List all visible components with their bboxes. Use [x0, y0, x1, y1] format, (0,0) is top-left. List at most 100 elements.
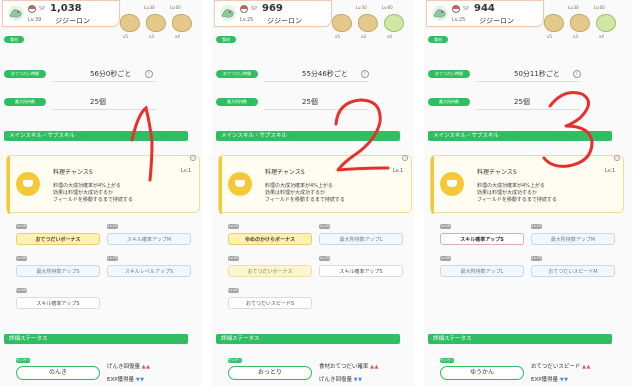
cooking-pot-icon [440, 172, 464, 196]
subskill-level-badge: Lv.10 [16, 224, 27, 229]
subskill-level-badge: Lv.75 [107, 256, 118, 261]
nature-pill[interactable]: おっとり [228, 366, 312, 380]
arrow-down-icon: ▼▼ [353, 377, 363, 383]
effect-label: げんき回復量 [319, 377, 353, 383]
skill-description: 効果は料理が大成功するか [477, 190, 538, 196]
arrow-down-icon: ▼▼ [135, 377, 145, 383]
annotation-text: 2 [308, 88, 309, 89]
ingredient-icon[interactable] [146, 14, 166, 32]
skill-description: フィールドを移動するまで持続する [265, 197, 345, 203]
cooking-pot-icon [16, 172, 40, 196]
pokemon-header-card: SP 969 Lv.25 ジジーロン [214, 0, 332, 27]
effect-label: EXP獲得量 [107, 377, 135, 383]
dragon-pokemon-icon [8, 5, 24, 21]
divider [264, 81, 368, 82]
level-badge: Lv.25 [240, 17, 254, 23]
detail-section-header: 詳細ステータス [428, 334, 612, 344]
ingredient-count: x3 [573, 34, 578, 39]
pokeball-icon [240, 5, 248, 13]
ingredient-count: x4 [387, 34, 392, 39]
arrow-up-icon: ▲▲ [370, 364, 379, 370]
subskill-pill[interactable]: スキル確率アップS [440, 233, 524, 245]
skill-description: 料理の大成功確率が4%上がる [477, 183, 545, 189]
skill-name: 料理チャンスS [53, 169, 93, 176]
subskill-pill[interactable]: おてつだいスピードM [531, 265, 615, 277]
panel-3: SP 944 Lv.25 ジジーロン x5 Lv.30 x3 Lv.60 x4 … [424, 0, 632, 386]
food-tag: 食材 [4, 36, 24, 43]
nature-pill[interactable]: ゆうかん [440, 366, 524, 380]
subskill-pill[interactable]: 最大所持数アップL [319, 233, 403, 245]
food-tag: 食材 [428, 36, 448, 43]
divider [52, 81, 156, 82]
ingredient-level: Lv.60 [382, 5, 393, 10]
pokemon-name: ジジーロン [267, 17, 302, 25]
skill-description: 効果は料理が大成功するか [265, 190, 326, 196]
skill-name: 料理チャンスS [477, 169, 517, 176]
info-icon[interactable]: i [361, 70, 369, 78]
detail-section-header: 詳細ステータス [216, 334, 400, 344]
ingredient-level: Lv.30 [356, 5, 367, 10]
ingredient-level: Lv.60 [170, 5, 181, 10]
ingredient-level: Lv.30 [144, 5, 155, 10]
subskill-pill[interactable]: ゆめのかけらボーナス [228, 233, 312, 245]
skill-description: フィールドを移動するまで持続する [477, 197, 557, 203]
ingredient-count: x5 [547, 34, 552, 39]
help-interval-label: おてつだい時間 [4, 70, 46, 78]
pokeball-icon [452, 5, 460, 13]
ingredient-icon[interactable] [172, 14, 192, 32]
help-interval-value: 56分0秒ごと [90, 70, 132, 78]
nature-effect-up: 食材おてつだい確率 ▲▲ [319, 362, 379, 370]
subskill-pill[interactable]: スキルレベルアップS [107, 265, 191, 277]
detail-section-header: 詳細ステータス [4, 334, 188, 344]
subskill-pill[interactable]: おてつだいボーナス [16, 233, 100, 245]
ingredient-icon[interactable] [120, 14, 140, 32]
strength-value: 944 [474, 3, 495, 14]
info-icon[interactable]: i [145, 70, 153, 78]
level-badge: Lv.39 [28, 17, 42, 23]
subskill-pill[interactable]: おてつだいスピードS [228, 297, 312, 309]
ingredient-icon[interactable] [384, 14, 404, 32]
strength-value: 969 [262, 3, 283, 14]
ingredient-icon[interactable] [358, 14, 378, 32]
ingredient-icon[interactable] [596, 14, 616, 32]
ingredient-count: x5 [335, 34, 340, 39]
pokemon-name: ジジーロン [55, 17, 90, 25]
subskill-pill[interactable]: スキル確率アップM [107, 233, 191, 245]
subskill-pill[interactable]: 最大所持数アップS [16, 265, 100, 277]
skill-accent [431, 156, 434, 214]
ingredient-count: x3 [361, 34, 366, 39]
skill-accent [219, 156, 222, 214]
nature-effect-up: おてつだいスピード ▲▲ [531, 362, 591, 370]
subskill-pill[interactable]: スキル確率アップS [319, 265, 403, 277]
arrow-up-icon: ▲▲ [582, 364, 591, 370]
nature-effect-up: げんき回復量 ▲▲ [107, 362, 150, 370]
subskill-pill[interactable]: 最大所持数アップL [440, 265, 524, 277]
ingredient-icon[interactable] [544, 14, 564, 32]
nature-pill[interactable]: のんき [16, 366, 100, 380]
ingredient-list: x5 Lv.30 x3 Lv.60 x4 [544, 2, 626, 62]
annotation-text: 3 [520, 80, 521, 81]
panel-gap [414, 0, 424, 386]
nature-badge: せいかく [228, 358, 242, 363]
pokeball-icon [28, 5, 36, 13]
subskill-pill[interactable]: スキル確率アップS [16, 297, 100, 309]
panel-1: SP 1,038 Lv.39 ジジーロン x5 Lv.30 x3 Lv.60 x… [0, 0, 202, 386]
ingredient-list: x5 Lv.30 x3 Lv.60 x4 [332, 2, 414, 62]
subskill-level-badge: Lv.50 [16, 256, 27, 261]
ingredient-icon[interactable] [332, 14, 352, 32]
help-interval-label: おてつだい時間 [216, 70, 258, 78]
sp-label: SP [39, 6, 46, 12]
info-icon[interactable]: i [573, 70, 581, 78]
panel-gap [202, 0, 212, 386]
annotation-2: 2 [308, 88, 390, 172]
annotation-3: 3 [520, 80, 594, 168]
help-interval-value: 50分11秒ごと [514, 70, 560, 78]
ingredient-icon[interactable] [570, 14, 590, 32]
subskill-pill[interactable]: 最大所持数アップM [531, 233, 615, 245]
skill-description: フィールドを移動するまで持続する [53, 197, 133, 203]
nature-effect-down: EXP獲得量 ▼▼ [107, 375, 145, 383]
dragon-pokemon-icon [220, 5, 236, 21]
subskill-pill[interactable]: おてつだいボーナス [228, 265, 312, 277]
strength-value: 1,038 [50, 3, 82, 14]
nature-badge: せいかく [440, 358, 454, 363]
